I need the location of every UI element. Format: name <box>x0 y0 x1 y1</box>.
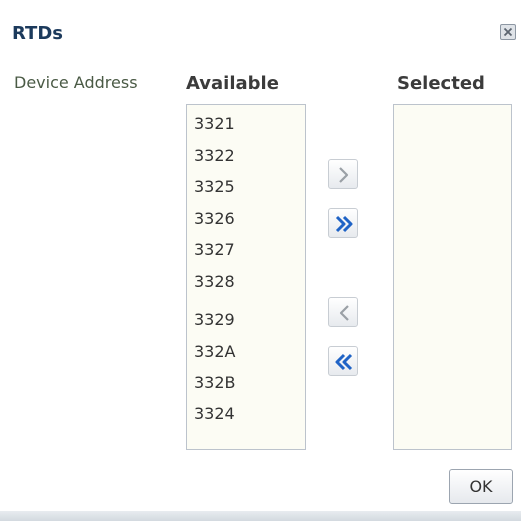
list-item[interactable]: 3327 <box>194 240 235 260</box>
list-item[interactable]: 3326 <box>194 209 235 229</box>
list-item[interactable]: 332A <box>194 342 235 362</box>
list-item[interactable]: 3325 <box>194 177 235 197</box>
dialog-footer-bar <box>0 511 521 521</box>
available-header: Available <box>186 73 279 94</box>
chevron-right-icon <box>339 167 349 183</box>
double-chevron-left-icon <box>335 353 353 371</box>
dialog-title: RTDs <box>12 23 63 44</box>
list-item[interactable]: 3329 <box>194 310 235 330</box>
chevron-left-icon <box>339 305 349 321</box>
device-address-label: Device Address <box>14 73 138 92</box>
list-item[interactable]: 3324 <box>194 404 235 424</box>
close-button[interactable] <box>500 24 516 40</box>
list-item[interactable]: 3321 <box>194 114 235 134</box>
available-list[interactable]: 3321 3322 3325 3326 3327 3328 3329 332A … <box>186 104 306 450</box>
remove-button[interactable] <box>328 297 358 327</box>
move-all-button[interactable] <box>328 208 358 238</box>
list-item[interactable]: 3328 <box>194 272 235 292</box>
rtds-dialog: RTDs Device Address Available Selected 3… <box>0 0 521 521</box>
double-chevron-right-icon <box>335 215 353 233</box>
remove-all-button[interactable] <box>328 346 358 376</box>
selected-header: Selected <box>397 73 485 94</box>
move-button[interactable] <box>328 159 358 189</box>
close-icon <box>503 27 513 37</box>
selected-list[interactable] <box>393 104 512 450</box>
list-item[interactable]: 3322 <box>194 146 235 166</box>
ok-button[interactable]: OK <box>449 469 513 504</box>
list-item[interactable]: 332B <box>194 373 236 393</box>
